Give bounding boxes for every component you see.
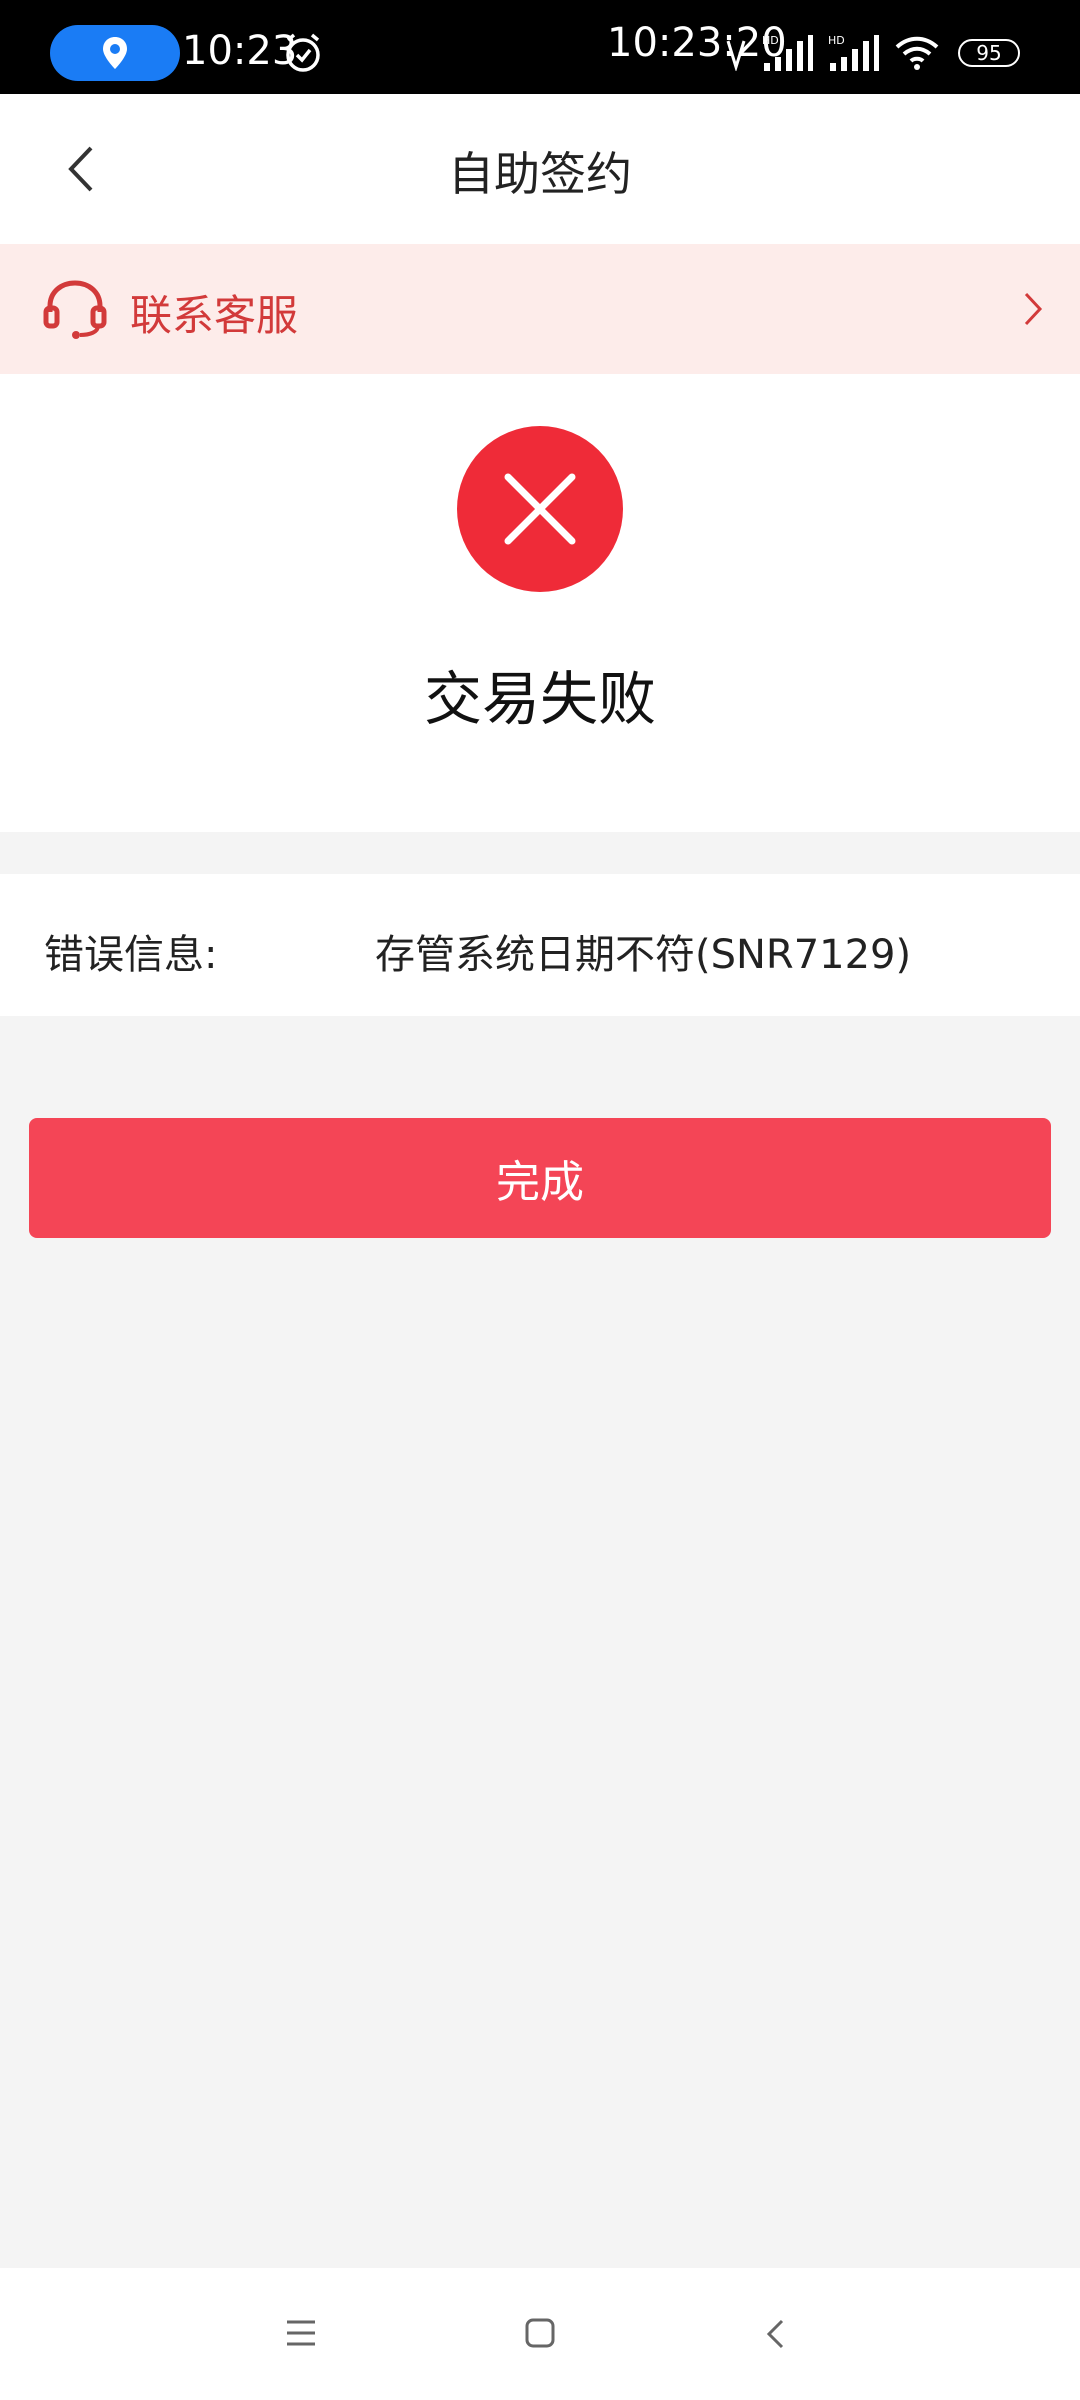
signal-hd-icon: HD [762,34,813,71]
fail-status-badge [457,426,623,592]
svg-text:HD: HD [828,34,845,47]
location-indicator [50,25,180,81]
home-icon[interactable] [524,2318,556,2348]
wifi-icon [895,36,939,70]
result-card: 交易失败 [0,374,1080,832]
menu-icon[interactable] [285,2318,317,2348]
chevron-right-icon [1024,292,1043,326]
header-bar: 自助签约 [0,94,1080,244]
page-title: 自助签约 [448,147,632,201]
signal-hd-icon: HD [828,34,879,71]
system-navigation-bar [0,2268,1080,2400]
status-icons: HD HD 95 [724,28,1020,78]
svg-text:HD: HD [762,34,779,47]
nfc-icon [726,40,746,71]
back-icon[interactable] [764,2318,788,2350]
error-value: 存管系统日期不符(SNR7129) [375,932,912,978]
contact-service-label: 联系客服 [130,291,299,340]
location-icon [103,37,127,69]
result-title: 交易失败 [423,665,656,733]
contact-service-banner[interactable]: 联系客服 [0,244,1080,374]
status-time: 10:23 [182,28,298,74]
error-label: 错误信息: [44,932,218,978]
battery-level: 95 [976,41,1002,65]
headset-icon [43,280,107,339]
status-bar: 10:23 10:23:20 HD HD 95 [0,0,1080,94]
error-info-row: 错误信息: 存管系统日期不符(SNR7129) [0,874,1080,1016]
alarm-icon [286,33,320,72]
close-icon [504,473,576,545]
battery-icon: 95 [958,39,1020,67]
done-button[interactable]: 完成 [29,1118,1051,1238]
